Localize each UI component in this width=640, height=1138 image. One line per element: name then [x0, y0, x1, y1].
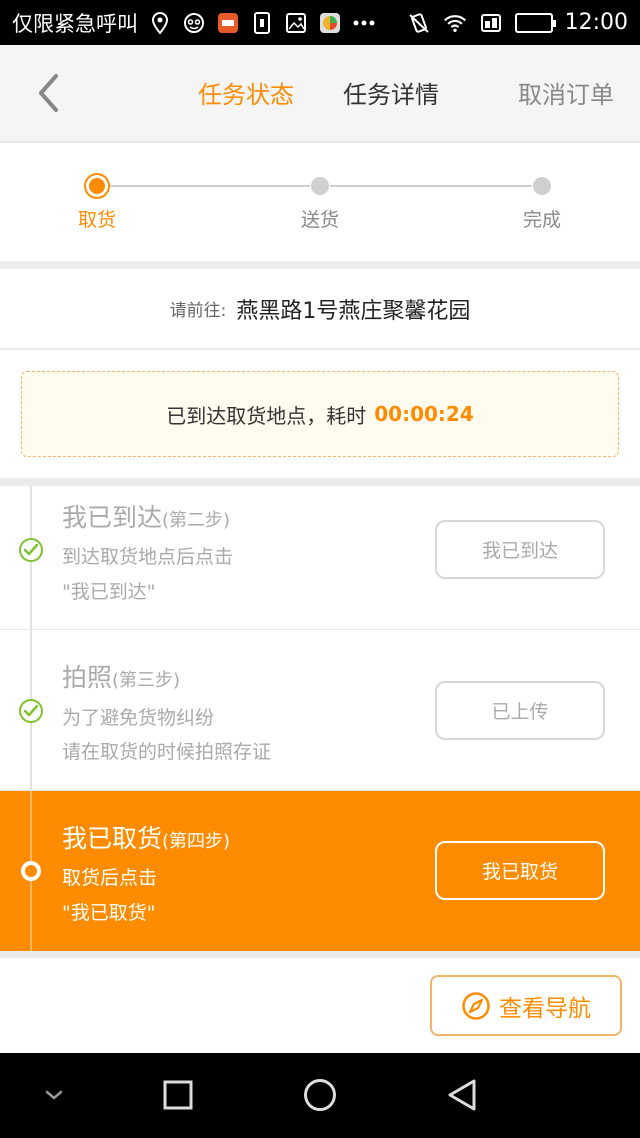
check-icon	[19, 538, 43, 562]
chevron-left-icon	[39, 74, 58, 112]
image-icon	[284, 11, 308, 35]
progress-line	[330, 185, 532, 187]
circle-icon	[304, 1079, 336, 1111]
back-button[interactable]	[26, 71, 70, 115]
progress-line	[106, 185, 310, 187]
more-icon	[352, 11, 376, 35]
step-desc-line2: "我已到达"	[62, 581, 156, 603]
location-icon	[148, 11, 172, 35]
progress-tracker: 取货 送货 完成	[0, 143, 640, 261]
tab-task-detail[interactable]: 任务详情	[343, 75, 439, 110]
progress-dot-delivery	[311, 177, 329, 195]
status-time: 12:00	[564, 10, 628, 35]
compass-icon	[462, 991, 490, 1020]
progress-label-complete: 完成	[522, 209, 561, 231]
color-icon	[318, 11, 342, 35]
current-step-icon	[21, 861, 41, 881]
check-icon	[19, 699, 43, 723]
view-navigation-button[interactable]: 查看导航	[430, 975, 622, 1036]
sim-icon	[250, 11, 274, 35]
navigation-section: 查看导航	[0, 958, 640, 1053]
arrival-notice-section: 已到达取货地点，耗时 00:00:24	[0, 350, 640, 478]
step-list: 我已到达(第二步) 到达取货地点后点击 "我已到达" 我已到达 拍照(第三步) …	[0, 486, 640, 951]
step-desc-line2: 请在取货的时候拍照存证	[62, 741, 272, 763]
step-title: 我已到达(第二步)	[62, 503, 231, 532]
wifi-icon	[443, 11, 467, 35]
step-desc-line2: "我已取货"	[62, 902, 156, 924]
destination-row: 请前往: 燕黑路1号燕庄聚馨花园	[0, 269, 640, 349]
top-header: 任务状态 任务详情 取消订单	[0, 45, 640, 142]
square-icon	[163, 1080, 193, 1110]
arrived-button[interactable]: 我已到达	[435, 520, 605, 579]
data-icon	[479, 11, 503, 35]
step-desc-line1: 到达取货地点后点击	[62, 546, 234, 568]
progress-dot-complete	[533, 177, 551, 195]
battery-icon	[514, 12, 556, 33]
picked-up-button[interactable]: 我已取货	[435, 841, 605, 900]
step-arrived: 我已到达(第二步) 到达取货地点后点击 "我已到达" 我已到达	[0, 486, 640, 630]
progress-dot-pickup	[89, 178, 105, 194]
uploaded-button[interactable]: 已上传	[435, 681, 605, 740]
app-icon	[216, 11, 240, 35]
view-navigation-label: 查看导航	[499, 995, 591, 1022]
tab-task-status[interactable]: 任务状态	[198, 75, 294, 110]
system-nav-bar	[0, 1053, 640, 1138]
progress-label-delivery: 送货	[300, 209, 339, 231]
progress-label-pickup: 取货	[77, 209, 116, 231]
home-button[interactable]	[302, 1077, 338, 1113]
collapse-button[interactable]	[36, 1077, 72, 1113]
face-icon	[182, 11, 206, 35]
destination-prefix: 请前往:	[169, 301, 227, 321]
step-title: 我已取货(第四步)	[62, 824, 231, 853]
destination-address: 燕黑路1号燕庄聚馨花园	[236, 298, 471, 324]
recents-button[interactable]	[160, 1077, 196, 1113]
elapsed-timer: 00:00:24	[374, 402, 474, 426]
step-desc-line1: 为了避免货物纠纷	[62, 707, 215, 729]
vibrate-icon	[407, 11, 431, 35]
triangle-back-icon	[448, 1079, 476, 1111]
step-title: 拍照(第三步)	[62, 663, 181, 692]
back-nav-button[interactable]	[444, 1077, 480, 1113]
carrier-text: 仅限紧急呼叫	[12, 11, 138, 36]
step-photo: 拍照(第三步) 为了避免货物纠纷 请在取货的时候拍照存证 已上传	[0, 630, 640, 791]
cancel-order-button[interactable]: 取消订单	[518, 75, 614, 110]
arrival-notice-text: 已到达取货地点，耗时	[166, 403, 367, 428]
step-desc-line1: 取货后点击	[62, 867, 158, 889]
arrival-notice: 已到达取货地点，耗时 00:00:24	[21, 371, 619, 457]
chevron-down-icon	[45, 1090, 63, 1100]
status-bar: 仅限紧急呼叫 12:00	[0, 0, 640, 45]
step-picked-up: 我已取货(第四步) 取货后点击 "我已取货" 我已取货	[0, 791, 640, 951]
